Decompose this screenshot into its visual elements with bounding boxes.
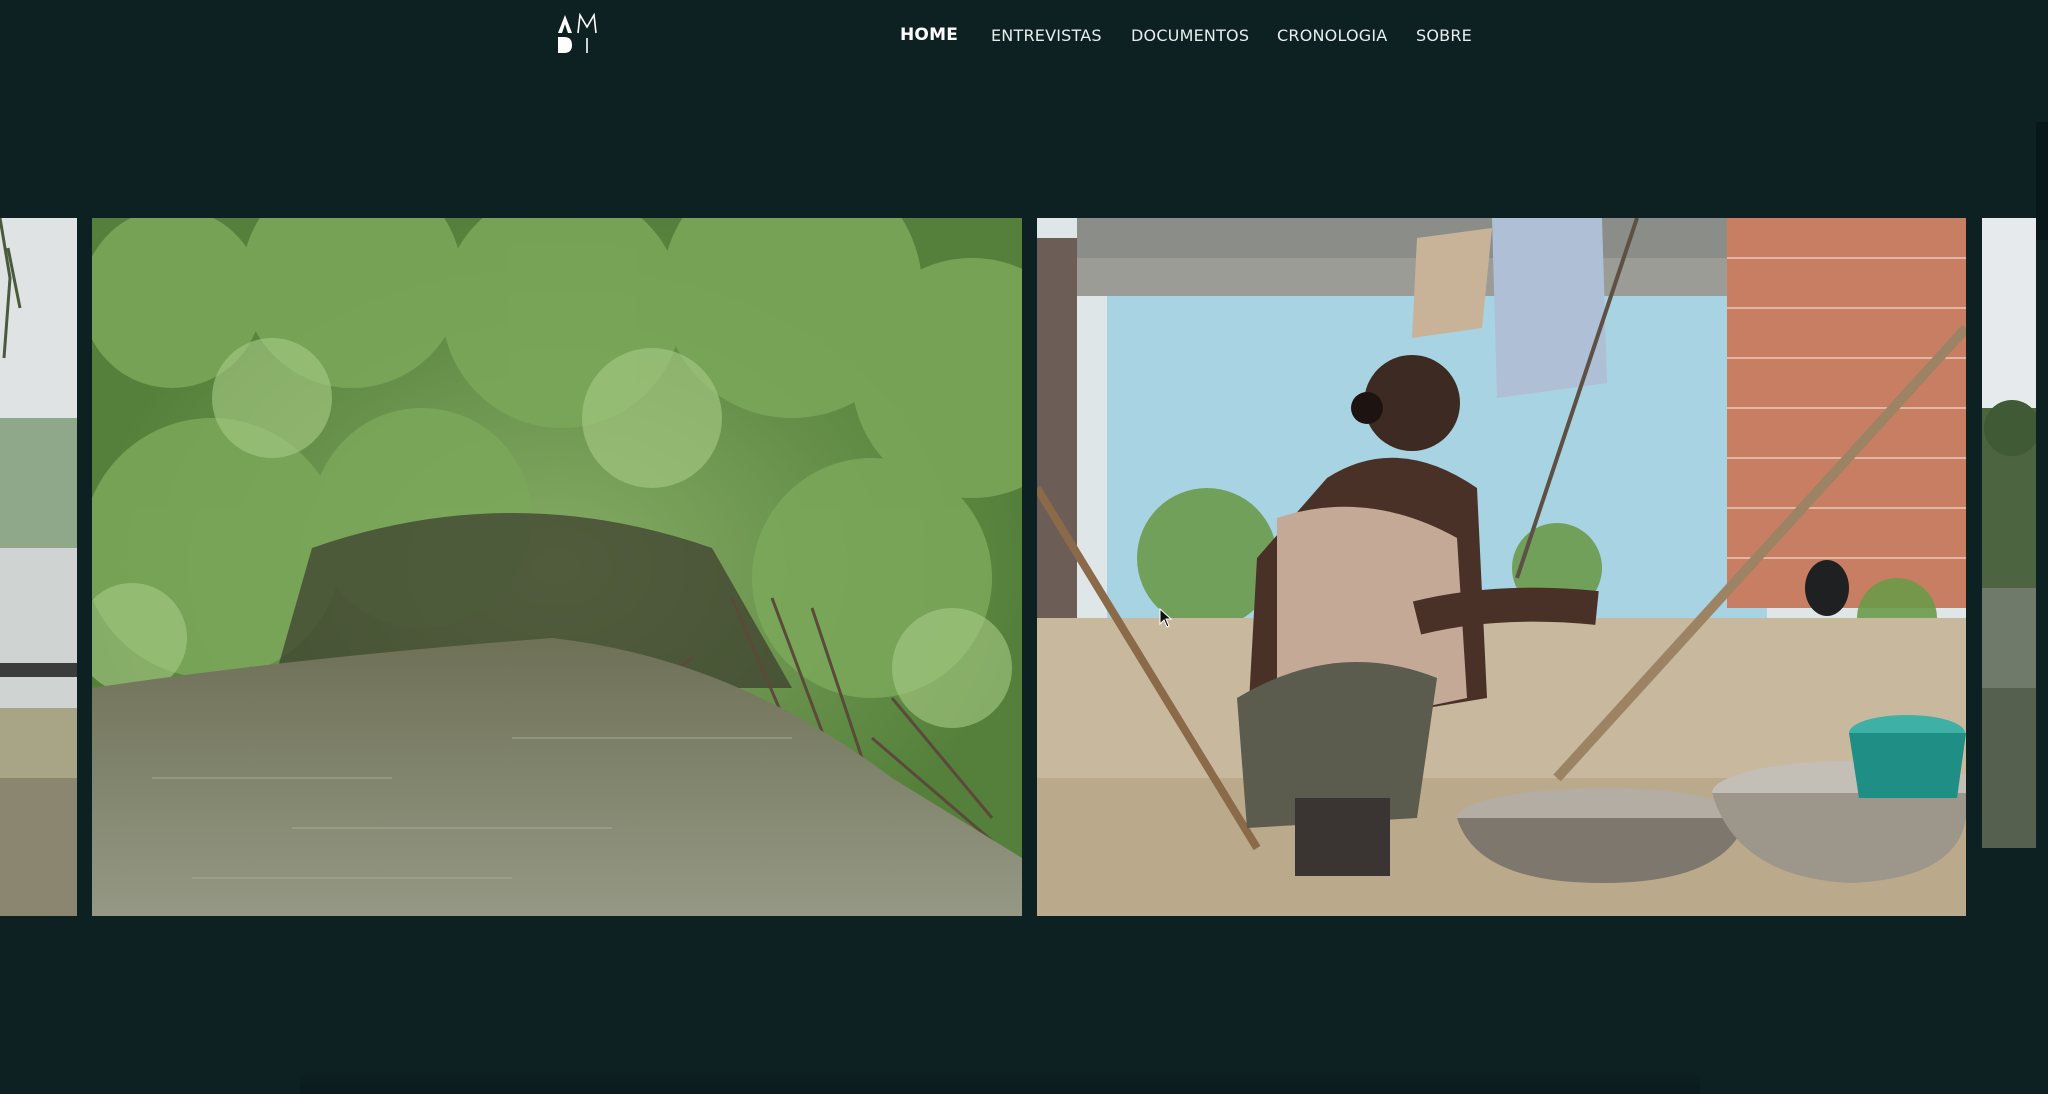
mangrove-shore-photo <box>0 218 77 916</box>
photo-carousel[interactable] <box>0 218 2048 916</box>
nav-documentos[interactable]: DOCUMENTOS <box>1131 26 1249 45</box>
nav-home[interactable]: HOME <box>900 25 958 45</box>
slide-woman-squatting[interactable] <box>1037 218 1966 916</box>
amdi-logo-icon[interactable] <box>556 12 602 55</box>
scrollbar-track[interactable] <box>2036 0 2048 1094</box>
page: HOME ENTREVISTAS DOCUMENTOS CRONOLOGIA S… <box>0 0 2048 1094</box>
nav-entrevistas[interactable]: ENTREVISTAS <box>991 26 1102 45</box>
woman-squatting-basins-photo <box>1037 218 1966 916</box>
scrollbar-thumb[interactable] <box>2036 122 2048 240</box>
slide-mangrove-water[interactable] <box>92 218 1022 916</box>
mangrove-water-photo <box>92 218 1022 916</box>
river-trees-photo <box>1982 218 2036 848</box>
nav-sobre[interactable]: SOBRE <box>1416 26 1472 45</box>
slide-mangrove-shore[interactable] <box>0 218 77 916</box>
slide-river-trees[interactable] <box>1982 218 2036 848</box>
nav-cronologia[interactable]: CRONOLOGIA <box>1277 26 1387 45</box>
bottom-shadow <box>300 1070 1700 1094</box>
mouse-pointer-icon <box>1159 608 1173 628</box>
